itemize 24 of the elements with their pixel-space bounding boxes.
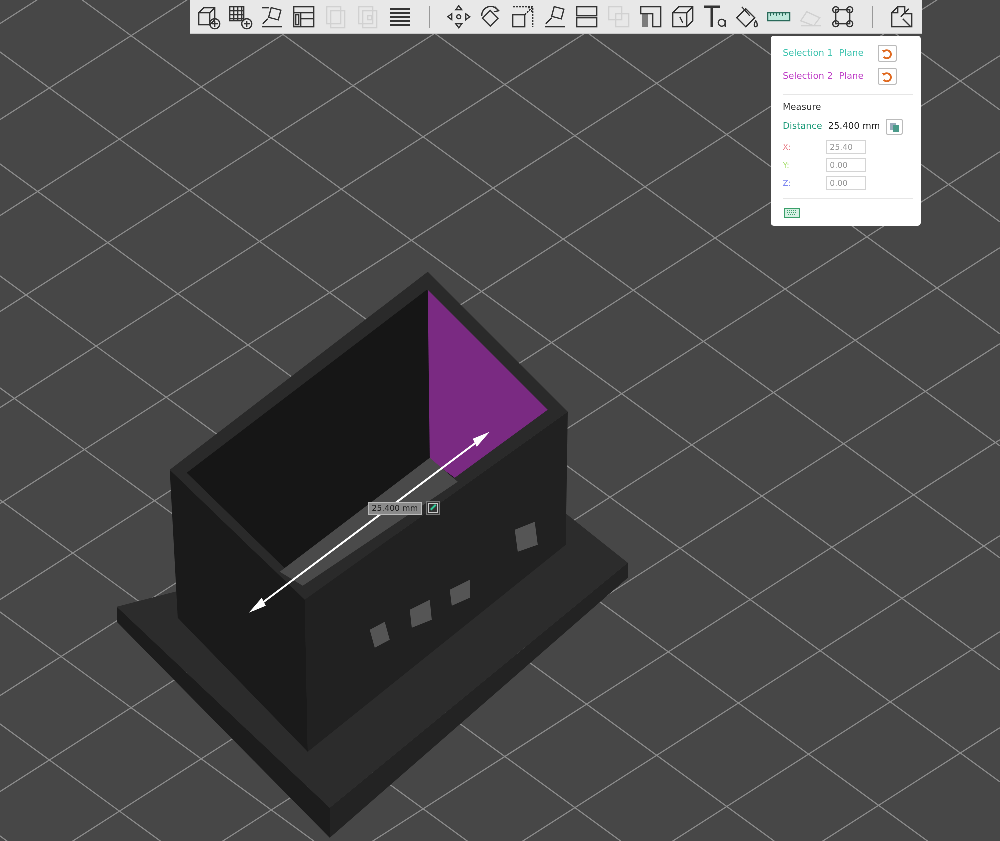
axis-label: Z: bbox=[783, 178, 792, 188]
panel-title: Measure bbox=[783, 103, 822, 113]
dimension-label: 25.400 mm bbox=[368, 502, 422, 514]
edit-button[interactable] bbox=[426, 501, 440, 515]
axis-value-field[interactable]: 25.40 bbox=[826, 140, 866, 154]
toolbar-separator bbox=[872, 6, 873, 28]
distance-value: 25.400 mm bbox=[828, 122, 880, 132]
keyboard-icon[interactable] bbox=[783, 207, 801, 219]
copy-icon bbox=[889, 122, 900, 132]
axis-value-field[interactable]: 0.00 bbox=[826, 158, 866, 172]
distance-label: Distance bbox=[783, 122, 822, 132]
undo-icon bbox=[881, 70, 894, 82]
copy-button[interactable] bbox=[886, 119, 904, 135]
axis-value-field[interactable]: 0.00 bbox=[826, 176, 866, 190]
toolbar-separator bbox=[429, 6, 430, 28]
selection-label: Selection 2 bbox=[783, 72, 834, 82]
axis-label: Y: bbox=[783, 160, 791, 170]
axis-label: X: bbox=[783, 142, 792, 152]
selection-type: Plane bbox=[839, 72, 864, 82]
selection-label: Selection 1 bbox=[783, 48, 834, 58]
reset-button[interactable] bbox=[878, 68, 897, 85]
undo-icon bbox=[881, 48, 894, 60]
selection-type: Plane bbox=[839, 48, 864, 58]
reset-button[interactable] bbox=[878, 45, 897, 62]
